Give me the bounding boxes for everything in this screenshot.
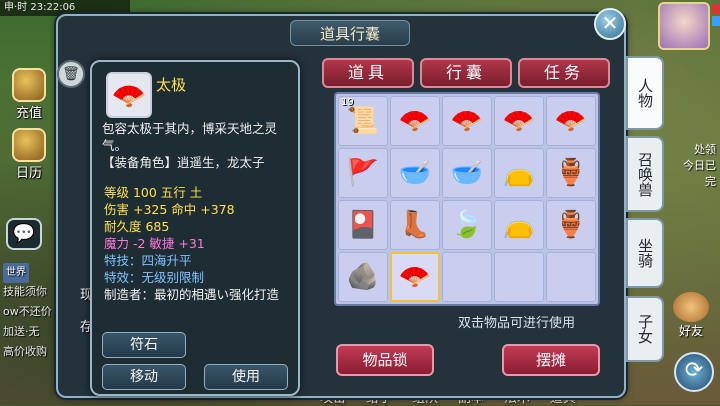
inventory-slot[interactable]: 🪭 [546,96,596,146]
inventory-slot[interactable]: 🪭 [390,252,440,302]
flag-icon: 🚩 [346,158,380,188]
inventory-slot[interactable]: 🥣 [442,148,492,198]
fan-icon: 🪭 [502,106,536,136]
rune-button[interactable]: 符石 [102,332,186,358]
inventory-slot[interactable]: 🪭 [442,96,492,146]
inventory-slot[interactable]: 🪭 [390,96,440,146]
stat-maker: 制造者：最初的相遇い强化打造 [104,287,280,302]
item-name: 太极 [156,76,187,94]
fan-icon: 🪭 [450,106,484,136]
side-tab-children[interactable]: 子女 [626,296,664,362]
hp-mp-bars [712,4,720,48]
item-lore: 包容太极于其内，博采天地之灵气。 [102,121,278,153]
item-equip-role: 【装备角色】逍遥生，龙太子 [102,155,265,170]
recharge-button[interactable]: 充值 [6,68,52,121]
empty-slot[interactable] [442,252,492,302]
empty-slot[interactable] [546,252,596,302]
boots-icon: 👢 [398,210,432,240]
inventory-slot[interactable]: 🍃 [442,200,492,250]
tab-bag[interactable]: 行囊 [420,58,512,88]
inventory-slot[interactable]: 🚩 [338,148,388,198]
item-stats: 等级 100 五行 土 伤害 +325 命中 +378 耐久度 685 魔力 -… [104,184,299,303]
friends-label: 好友 [678,324,703,338]
tab-items[interactable]: 道具 [322,58,414,88]
time-value: 23:22:06 [30,2,76,13]
stone-icon: 🪨 [346,262,380,292]
chat-bubble-icon[interactable]: 💬 [6,218,42,250]
player-avatar[interactable] [658,2,710,50]
bowl-icon: 🥣 [398,158,432,188]
empty-slot[interactable] [494,252,544,302]
refresh-icon[interactable]: ⟳ [674,352,714,392]
side-tab-mount[interactable]: 坐骑 [626,218,664,288]
vase-icon: 🏺 [554,210,588,240]
recharge-icon [12,68,46,102]
pouch-icon: 👝 [502,158,536,188]
move-button[interactable]: 移动 [102,364,186,390]
window-title: 道具行囊 [290,20,410,46]
inventory-slot[interactable]: 🎴 [338,200,388,250]
side-tab-character[interactable]: 人物 [626,56,664,130]
inventory-slot[interactable]: 👝 [494,200,544,250]
vase-icon: 🏺 [554,158,588,188]
mp-bar [712,16,720,26]
inventory-slot[interactable]: 👝 [494,148,544,198]
leaf-gems-icon: 🍃 [450,210,484,240]
stat-durability: 耐久度 685 [104,219,170,234]
pouch-icon: 👝 [502,210,536,240]
item-tooltip: 🪭 太极 包容太极于其内，博采天地之灵气。 【装备角色】逍遥生，龙太子 等级 1… [90,60,300,396]
trash-icon[interactable]: 🗑 [57,60,85,88]
inventory-slot[interactable]: 👢 [390,200,440,250]
fan-icon: 🪭 [398,106,432,136]
fan-icon: 🪭 [398,262,432,292]
card-icon: 🎴 [346,210,380,240]
scroll-icon: 📜 [346,106,380,136]
stack-count: 19 [341,97,354,108]
stat-magic: 魔力 -2 敏捷 +31 [104,236,205,251]
use-button[interactable]: 使用 [204,364,288,390]
inventory-slot[interactable]: 19 📜 [338,96,388,146]
stat-effect: 特效：无级别限制 [104,270,205,285]
stat-damage: 伤害 +325 命中 +378 [104,202,235,217]
stat-skill: 特技：四海升平 [104,253,192,268]
calendar-label: 日历 [15,166,42,181]
handshake-icon [673,292,709,322]
quest-tracker-note[interactable]: 处领 今日已完 [682,142,716,190]
calendar-icon [12,128,46,162]
item-description: 包容太极于其内，博采天地之灵气。 【装备角色】逍遥生，龙太子 [102,120,297,171]
inventory-slot[interactable]: 🪭 [494,96,544,146]
chat-channel-tag: 世界 [3,263,29,283]
inventory-slot[interactable]: 🏺 [546,148,596,198]
recharge-label: 充值 [15,106,42,121]
hp-bar [712,4,720,14]
side-tab-summon[interactable]: 召唤兽 [626,136,664,212]
stat-level: 等级 100 五行 土 [104,185,203,200]
time-prefix: 申·时 [4,2,28,13]
bowl-icon: 🥣 [450,158,484,188]
inventory-grid: 19 📜 🪭 🪭 🪭 🪭 🚩 🥣 🥣 👝 🏺 🎴 👢 🍃 👝 🏺 🪨 🪭 [334,92,600,306]
close-icon[interactable]: ✕ [594,8,626,40]
inventory-slot[interactable]: 🏺 [546,200,596,250]
calendar-button[interactable]: 日历 [6,128,52,181]
use-hint: 双击物品可进行使用 [458,316,576,331]
friends-button[interactable]: 好友 [668,292,714,339]
tab-quest[interactable]: 任务 [518,58,610,88]
inventory-slot[interactable]: 🪨 [338,252,388,302]
item-lock-button[interactable]: 物品锁 [336,344,434,376]
inventory-tabs: 道具 行囊 任务 [322,58,612,88]
inventory-slot[interactable]: 🥣 [390,148,440,198]
stall-button[interactable]: 摆摊 [502,344,600,376]
fan-icon: 🪭 [554,106,588,136]
fan-icon: 🪭 [106,72,152,118]
